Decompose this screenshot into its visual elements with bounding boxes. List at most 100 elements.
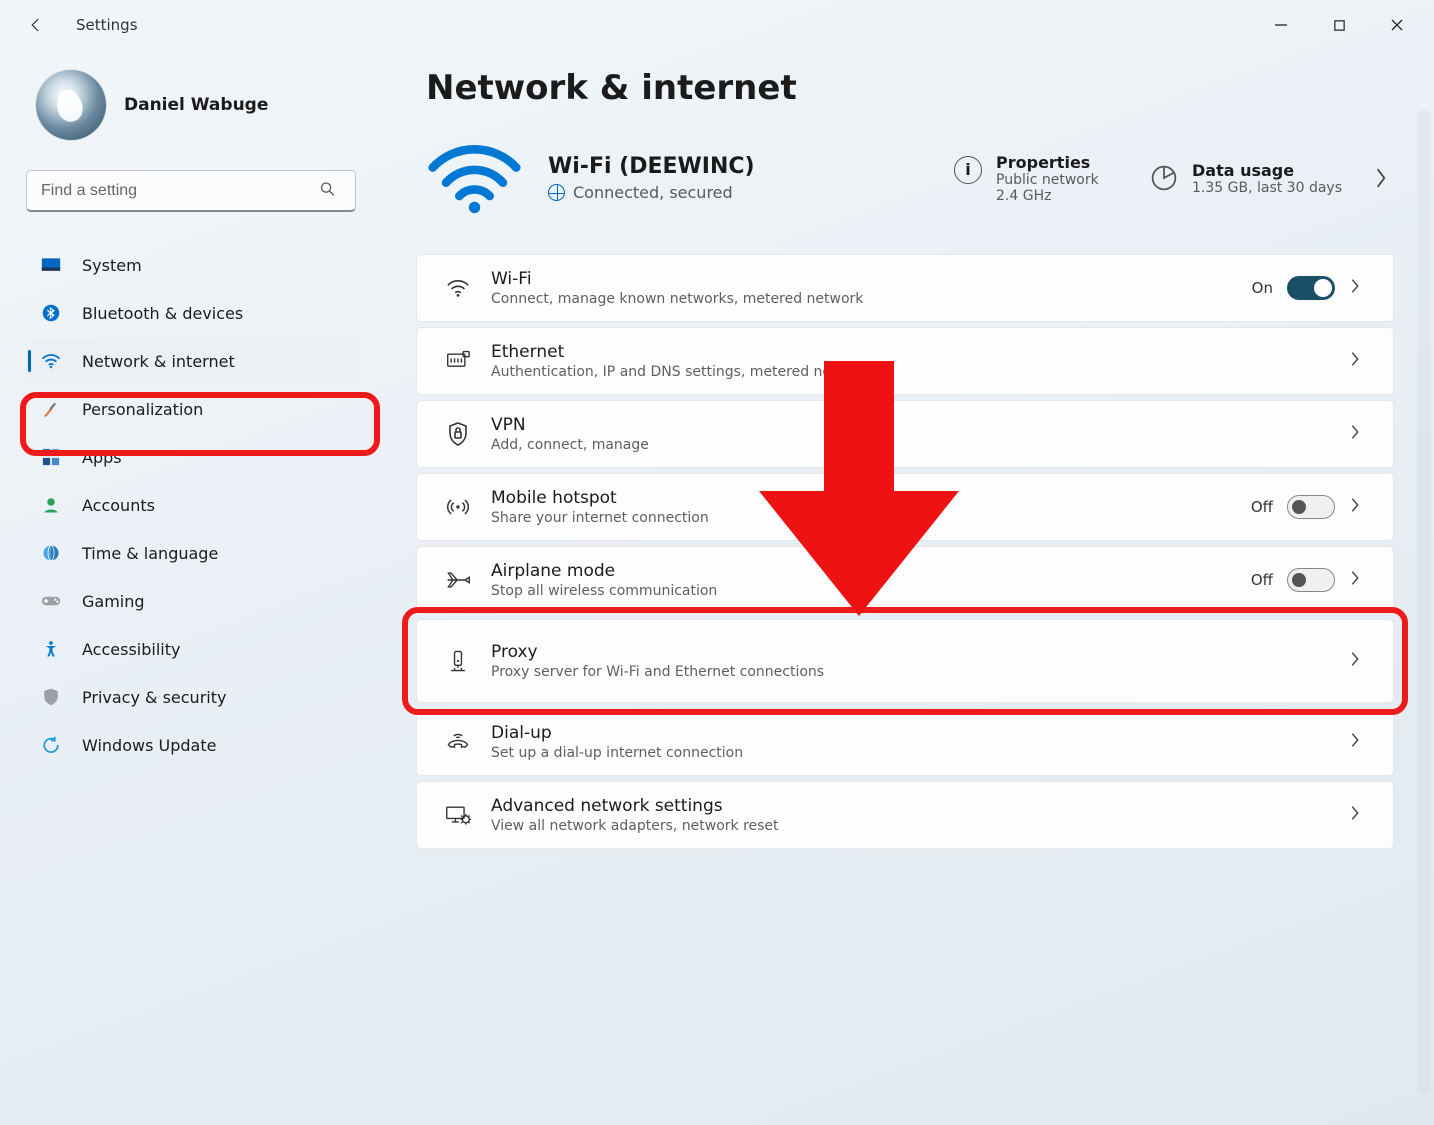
sidebar-nav: System Bluetooth & devices Network & int…	[26, 242, 360, 768]
vpn-icon	[439, 422, 477, 446]
sidebar-item-bluetooth[interactable]: Bluetooth & devices	[26, 290, 360, 336]
card-subtitle: Add, connect, manage	[491, 437, 1349, 453]
sidebar-item-gaming[interactable]: Gaming	[26, 578, 360, 624]
settings-cards: Wi-Fi Connect, manage known networks, me…	[416, 254, 1394, 849]
hotspot-icon	[439, 496, 477, 518]
card-title: Dial-up	[491, 723, 1349, 743]
data-usage-block[interactable]: Data usage 1.35 GB, last 30 days	[1150, 161, 1342, 196]
gaming-icon	[40, 590, 62, 612]
sidebar: Daniel Wabuge System Bluetooth & devices…	[0, 50, 380, 1105]
data-usage-detail: 1.35 GB, last 30 days	[1192, 180, 1342, 196]
search-icon	[319, 181, 336, 202]
properties-line2: 2.4 GHz	[996, 188, 1099, 204]
brush-icon	[40, 398, 62, 420]
wifi-toggle[interactable]	[1287, 276, 1335, 300]
card-title: Ethernet	[491, 342, 1349, 362]
connection-name: Wi-Fi (DEEWINC)	[548, 154, 755, 179]
data-usage-heading: Data usage	[1192, 161, 1342, 180]
globe-icon	[548, 184, 565, 201]
card-title: Wi-Fi	[491, 269, 1252, 289]
wifi-icon-large	[426, 138, 522, 218]
card-airplane-mode[interactable]: Airplane mode Stop all wireless communic…	[416, 546, 1394, 614]
close-button[interactable]	[1368, 5, 1426, 45]
airplane-toggle[interactable]	[1287, 568, 1335, 592]
card-subtitle: Proxy server for Wi-Fi and Ethernet conn…	[491, 664, 1349, 680]
apps-icon	[40, 446, 62, 468]
sidebar-item-label: Windows Update	[82, 736, 216, 755]
sidebar-item-label: Privacy & security	[82, 688, 226, 707]
back-button[interactable]	[16, 5, 56, 45]
sidebar-item-apps[interactable]: Apps	[26, 434, 360, 480]
card-subtitle: Authentication, IP and DNS settings, met…	[491, 364, 1349, 380]
advanced-network-icon	[439, 804, 477, 826]
app-title: Settings	[76, 16, 138, 34]
sidebar-item-time-language[interactable]: Time & language	[26, 530, 360, 576]
sidebar-item-personalization[interactable]: Personalization	[26, 386, 360, 432]
ethernet-icon	[439, 350, 477, 372]
chevron-right-icon	[1349, 650, 1371, 672]
search-input[interactable]	[26, 170, 356, 212]
accessibility-icon	[40, 638, 62, 660]
sidebar-item-label: Time & language	[82, 544, 218, 563]
properties-block[interactable]: i Properties Public network 2.4 GHz	[954, 153, 1124, 204]
sidebar-item-label: Apps	[82, 448, 122, 467]
chevron-right-icon	[1349, 496, 1371, 518]
sidebar-item-accounts[interactable]: Accounts	[26, 482, 360, 528]
airplane-state-label: Off	[1251, 571, 1273, 589]
shield-icon	[40, 686, 62, 708]
chevron-right-icon[interactable]	[1368, 165, 1394, 191]
sidebar-item-label: Bluetooth & devices	[82, 304, 243, 323]
chevron-right-icon	[1349, 804, 1371, 826]
sidebar-item-network[interactable]: Network & internet	[26, 338, 360, 384]
sidebar-item-label: Accessibility	[82, 640, 180, 659]
airplane-icon	[439, 569, 477, 591]
card-title: Proxy	[491, 642, 1349, 662]
sidebar-item-label: Accounts	[82, 496, 155, 515]
proxy-icon	[439, 648, 477, 674]
sidebar-item-privacy[interactable]: Privacy & security	[26, 674, 360, 720]
sidebar-item-system[interactable]: System	[26, 242, 360, 288]
scrollbar[interactable]	[1417, 110, 1431, 1095]
connection-status: Connected, secured	[548, 183, 755, 202]
hotspot-toggle[interactable]	[1287, 495, 1335, 519]
properties-line1: Public network	[996, 172, 1099, 188]
wifi-icon	[40, 350, 62, 372]
page-title: Network & internet	[426, 68, 1394, 108]
chevron-right-icon	[1349, 569, 1371, 591]
card-subtitle: Stop all wireless communication	[491, 583, 1251, 599]
chevron-right-icon	[1349, 350, 1371, 372]
sidebar-item-windows-update[interactable]: Windows Update	[26, 722, 360, 768]
minimize-button[interactable]	[1252, 5, 1310, 45]
info-icon: i	[954, 156, 982, 184]
card-subtitle: Share your internet connection	[491, 510, 1251, 526]
bluetooth-icon	[40, 302, 62, 324]
connection-details[interactable]: Wi-Fi (DEEWINC) Connected, secured	[548, 154, 755, 202]
card-wifi[interactable]: Wi-Fi Connect, manage known networks, me…	[416, 254, 1394, 322]
data-usage-icon	[1150, 164, 1178, 196]
titlebar: Settings	[0, 0, 1434, 50]
card-ethernet[interactable]: Ethernet Authentication, IP and DNS sett…	[416, 327, 1394, 395]
search-wrap	[26, 170, 360, 212]
sidebar-item-accessibility[interactable]: Accessibility	[26, 626, 360, 672]
hotspot-state-label: Off	[1251, 498, 1273, 516]
connection-status-row: Wi-Fi (DEEWINC) Connected, secured i Pro…	[426, 138, 1394, 218]
card-title: VPN	[491, 415, 1349, 435]
wifi-state-label: On	[1252, 279, 1273, 297]
card-mobile-hotspot[interactable]: Mobile hotspot Share your internet conne…	[416, 473, 1394, 541]
window-controls	[1252, 5, 1426, 45]
windows-update-icon	[40, 734, 62, 756]
system-icon	[40, 254, 62, 276]
sidebar-item-label: System	[82, 256, 142, 275]
card-vpn[interactable]: VPN Add, connect, manage	[416, 400, 1394, 468]
card-proxy[interactable]: Proxy Proxy server for Wi-Fi and Etherne…	[416, 619, 1394, 703]
card-dial-up[interactable]: Dial-up Set up a dial-up internet connec…	[416, 708, 1394, 776]
chevron-right-icon	[1349, 731, 1371, 753]
dialup-icon	[439, 732, 477, 752]
card-advanced-network[interactable]: Advanced network settings View all netwo…	[416, 781, 1394, 849]
profile-block[interactable]: Daniel Wabuge	[26, 70, 360, 140]
wifi-icon	[439, 278, 477, 298]
maximize-button[interactable]	[1310, 5, 1368, 45]
card-title: Advanced network settings	[491, 796, 1349, 816]
card-subtitle: View all network adapters, network reset	[491, 818, 1349, 834]
sidebar-item-label: Personalization	[82, 400, 203, 419]
